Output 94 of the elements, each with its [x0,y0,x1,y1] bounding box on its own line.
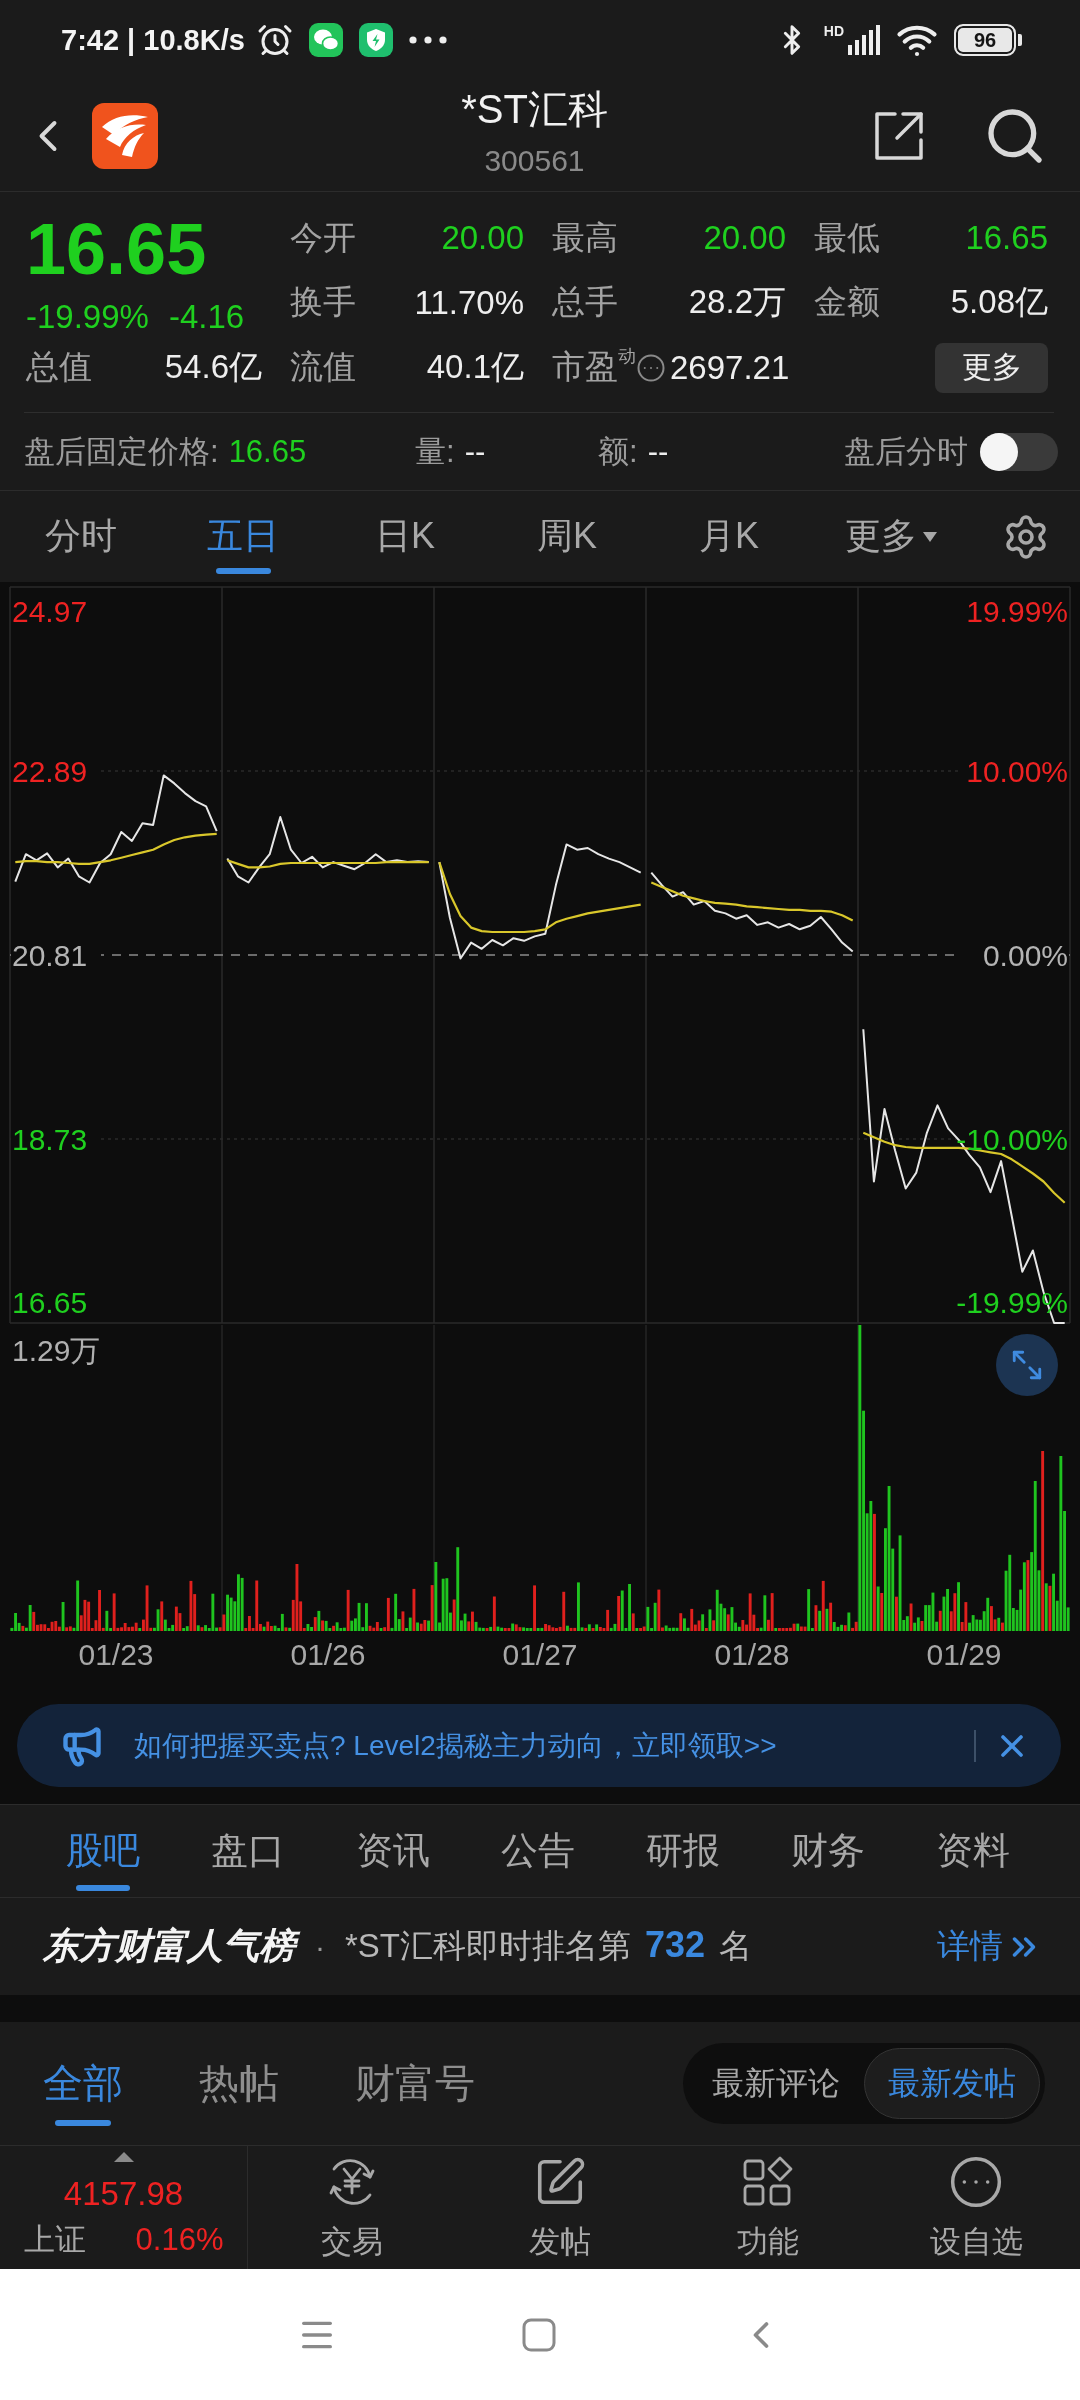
stat-value: 28.2万 [688,282,786,322]
index-change: 0.16% [135,2221,224,2259]
sort-option[interactable]: 最新发帖 [864,2048,1040,2119]
stat-label: 总手 [552,282,618,322]
chart-tab[interactable]: 周K [486,491,648,582]
stat-value: 20.00 [703,219,786,257]
section-tab[interactable]: 资讯 [320,1805,465,1897]
more-dots-icon [408,36,447,44]
shield-icon [358,23,393,57]
chart-tab[interactable]: 分时 [0,491,162,582]
stat-value: 40.1亿 [426,347,524,387]
ellipsis-circle-icon[interactable] [636,352,666,383]
after-hours-label: 盘后固定价格: [24,432,219,471]
grid-diamond-icon [742,2156,794,2208]
price-axis-label: 16.65 [12,1286,88,1319]
stat-label: 市盈$^{动}$ [552,345,636,387]
amount-value: -- [647,433,669,470]
section-tab[interactable]: 财务 [755,1805,900,1897]
stat-value: 5.08亿 [950,282,1048,322]
chart-tab[interactable]: 五日 [162,491,324,582]
network-type-label: HD [823,24,844,38]
bottom-nav-button[interactable]: 功能 [664,2146,872,2269]
date-label: 01/29 [926,1638,1002,1671]
caret-up-icon [113,2152,134,2162]
section-tab[interactable]: 盘口 [175,1805,320,1897]
price-axis-label: 20.81 [12,939,88,972]
stat-label: 换手 [290,282,356,322]
volume-value: -- [464,433,486,470]
stat-value: 54.6亿 [164,347,262,387]
index-name: 上证 [23,2221,86,2259]
ellipsis-circle-icon [948,2154,1004,2210]
bottom-nav-button[interactable]: 交易 [248,2146,456,2269]
index-value: 4157.98 [63,2174,184,2214]
amount-label: 额: [598,432,638,471]
stock-code: 300561 [484,144,585,178]
more-button[interactable]: 更多 [935,342,1048,393]
percent-axis-label: 10.00% [966,755,1068,788]
section-tab[interactable]: 资料 [900,1805,1045,1897]
change-amount: -4.16 [168,297,245,337]
stat-label: 最高 [552,217,618,258]
details-link[interactable]: 详情 [937,1924,1043,1969]
chart-tab[interactable]: 月K [648,491,810,582]
last-price: 16.65 [26,212,208,286]
chart-tab[interactable]: 更多 [810,491,972,582]
status-time: 7:42 | 10.8K/s [61,23,245,57]
toggle-label: 盘后分时 [844,432,968,471]
volume-scale-label: 1.29万 [12,1334,101,1367]
promo-banner[interactable]: 如何把握买卖点? Level2揭秘主力动向，立即领取>> [17,1704,1061,1787]
stock-name: *ST汇科 [461,86,608,133]
chart-tab[interactable]: 日K [324,491,486,582]
bottom-nav-button[interactable]: 设自选 [872,2146,1080,2269]
expand-arrows-icon [1010,1348,1044,1382]
bottom-nav-button[interactable]: 发帖 [456,2146,664,2269]
stat-label: 最低 [814,217,880,258]
post-tab[interactable]: 热帖 [199,2022,279,2145]
stat-label: 总值 [26,347,92,387]
ranking-brand: 东方财富人气榜 [43,1920,303,1973]
stat-value: 20.00 [441,219,524,257]
stat-value: 2697.21 [670,348,790,387]
post-tab[interactable]: 全部 [43,2022,123,2145]
after-hours-switch[interactable] [980,432,1058,471]
post-tab[interactable]: 财富号 [355,2022,475,2145]
date-label: 01/28 [714,1638,790,1671]
battery-indicator: 96 [954,24,1022,56]
share-icon[interactable] [873,109,925,162]
date-label: 01/27 [502,1638,578,1671]
date-label: 01/23 [78,1638,154,1671]
price-axis-label: 22.89 [12,755,88,788]
signal-icon [848,25,880,55]
promo-text: 如何把握买卖点? Level2揭秘主力动向，立即领取>> [134,1728,778,1763]
after-hours-price: 16.65 [228,433,307,470]
section-tab[interactable]: 公告 [465,1805,610,1897]
home-square-icon[interactable] [522,2317,556,2352]
section-tab[interactable]: 股吧 [30,1805,175,1897]
change-percent: -19.99% [26,297,149,337]
stat-value: 16.65 [965,219,1048,257]
ranking-text: *ST汇科即时排名第 732 名 [345,1924,754,1967]
percent-axis-label: -10.00% [956,1123,1068,1156]
stat-label: 今开 [290,217,356,258]
dot-separator: · [315,1929,325,1964]
sort-option[interactable]: 最新评论 [688,2048,864,2119]
stat-value: 11.70% [414,283,524,322]
chat-bubbles-icon [308,23,343,57]
app-logo [92,102,158,169]
alarm-clock-icon [256,22,293,58]
price-axis-label: 18.73 [12,1123,88,1156]
percent-axis-label: 19.99% [966,595,1068,628]
percent-axis-label: 0.00% [982,939,1068,972]
stat-label: 金额 [814,282,880,322]
section-tab[interactable]: 研报 [610,1805,755,1897]
stat-label: 流值 [290,347,356,387]
price-axis-label: 24.97 [12,595,88,628]
volume-label: 量: [415,432,455,471]
date-label: 01/26 [290,1638,366,1671]
